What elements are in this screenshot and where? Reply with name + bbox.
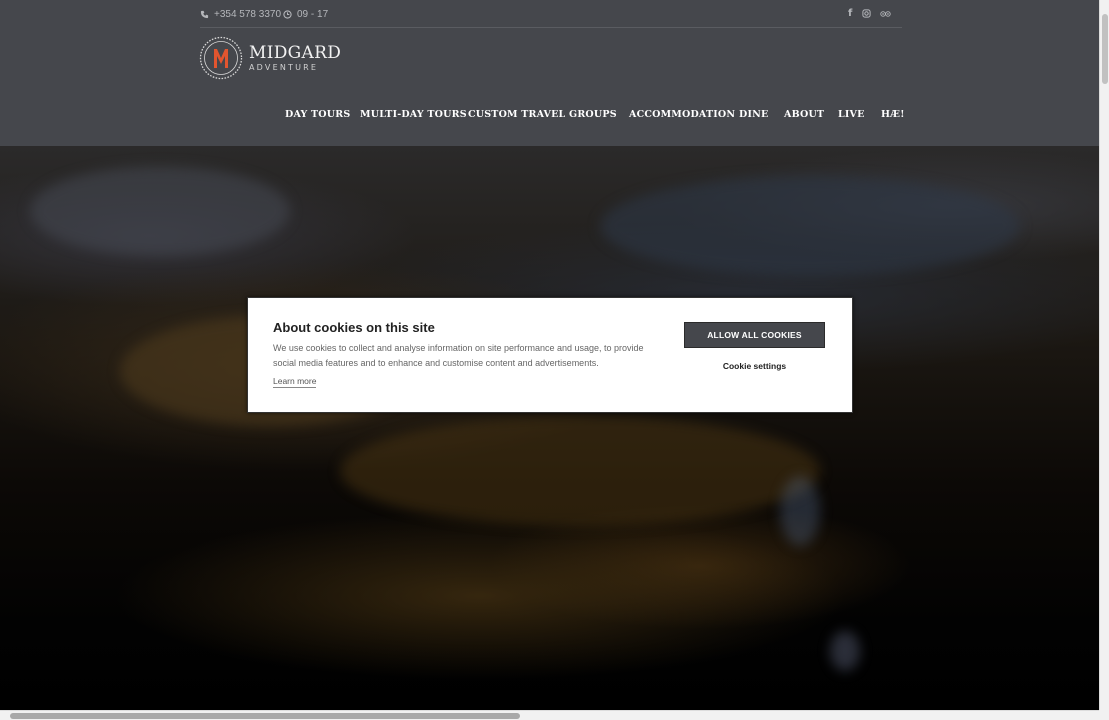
hero-image — [0, 146, 1099, 710]
cookie-settings-link[interactable]: Cookie settings — [684, 361, 825, 371]
horizontal-scrollbar-thumb[interactable] — [10, 713, 520, 719]
nav-groups[interactable]: GROUPS — [569, 109, 617, 120]
nav-dine[interactable]: DINE — [739, 109, 768, 120]
vertical-scrollbar-thumb[interactable] — [1102, 14, 1108, 84]
phone-link[interactable]: +354 578 3370 — [200, 9, 281, 20]
logo-title: MIDGARD — [249, 42, 342, 63]
hero-highlight-shape — [830, 631, 860, 671]
hero-waterfall-shape — [780, 476, 820, 546]
logo-emblem-icon — [199, 36, 243, 80]
nav-about[interactable]: ABOUT — [784, 109, 824, 120]
scrollbar-corner — [1099, 710, 1109, 720]
logo-subtitle: ADVENTURE — [249, 62, 319, 72]
nav-accommodation[interactable]: ACCOMMODATION — [629, 109, 735, 120]
learn-more-link[interactable]: Learn more — [273, 376, 317, 388]
phone-icon — [200, 10, 209, 19]
nav-multi-day-tours[interactable]: MULTI-DAY TOURS — [360, 109, 467, 120]
clock-icon — [283, 10, 292, 19]
cookie-description: We use cookies to collect and analyse in… — [273, 343, 644, 368]
hero-mountain-shape — [30, 166, 290, 256]
cookie-title: About cookies on this site — [273, 320, 435, 335]
hero-ridge-shape — [600, 176, 1020, 276]
hours-text: 09 - 17 — [297, 9, 329, 20]
nav-hae[interactable]: HÆ! — [881, 109, 905, 120]
top-bar: +354 578 3370 09 - 17 f — [200, 0, 902, 28]
site-logo[interactable]: MIDGARD ADVENTURE — [199, 36, 341, 80]
nav-custom-travel[interactable]: CUSTOM TRAVEL — [468, 109, 565, 120]
vertical-scrollbar[interactable] — [1099, 0, 1109, 710]
site-header: +354 578 3370 09 - 17 f MIDGARD ADVENTUR… — [0, 0, 1099, 146]
instagram-icon[interactable] — [862, 9, 871, 18]
nav-live[interactable]: LIVE — [838, 109, 865, 120]
nav-day-tours[interactable]: DAY TOURS — [285, 109, 350, 120]
phone-number: +354 578 3370 — [214, 9, 282, 20]
allow-all-cookies-button[interactable]: ALLOW ALL COOKIES — [684, 322, 825, 348]
opening-hours: 09 - 17 — [283, 9, 328, 20]
cookie-consent-dialog: About cookies on this site We use cookie… — [247, 297, 853, 413]
facebook-icon[interactable]: f — [848, 8, 852, 19]
hero-valley-shape — [340, 416, 820, 526]
tripadvisor-icon[interactable] — [880, 10, 891, 17]
horizontal-scrollbar[interactable] — [0, 710, 1099, 720]
